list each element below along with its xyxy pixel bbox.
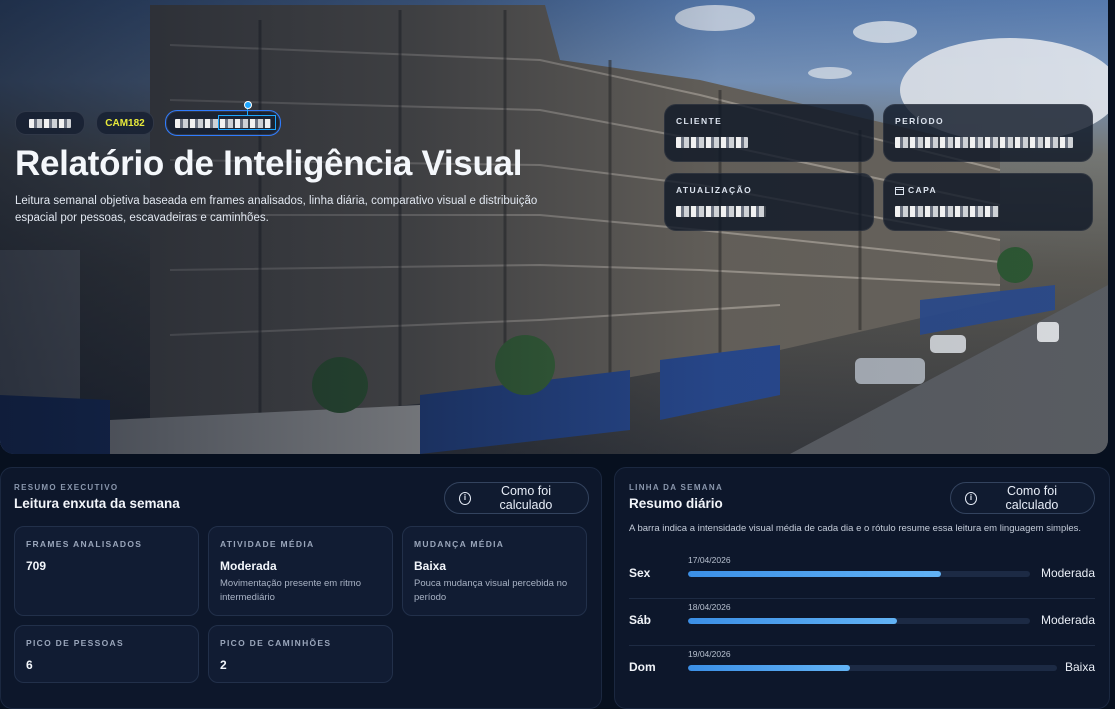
- intensity-track: [688, 571, 1030, 577]
- intensity-track: [688, 665, 1057, 671]
- camera-label: CAM182: [105, 117, 145, 129]
- stat-trucks-peak: PICO DE CAMINHÕES 2: [208, 625, 393, 683]
- camera-chip[interactable]: CAM182: [96, 111, 154, 135]
- meta-label-row: CAPA: [895, 185, 937, 195]
- day-row: Sáb 18/04/2026 Moderada: [629, 599, 1095, 646]
- intensity-bar: [688, 618, 897, 624]
- site-chip[interactable]: [15, 111, 85, 135]
- meta-label: CLIENTE: [676, 116, 723, 126]
- summary-title: Leitura enxuta da semana: [14, 496, 180, 511]
- calendar-icon: [895, 186, 904, 195]
- stat-people-peak: PICO DE PESSOAS 6: [14, 625, 199, 683]
- meta-card-client: CLIENTE: [664, 104, 874, 162]
- meta-card-updated: ATUALIZAÇÃO: [664, 173, 874, 231]
- how-calculated-button[interactable]: i Como foi calculado: [950, 482, 1095, 514]
- how-calculated-button[interactable]: i Como foi calculado: [444, 482, 589, 514]
- meta-card-period: PERÍODO: [883, 104, 1093, 162]
- meta-label: PERÍODO: [895, 116, 945, 126]
- page-title: Relatório de Inteligência Visual: [15, 144, 523, 183]
- meta-value: [895, 135, 1073, 153]
- summary-eyebrow: RESUMO EXECUTIVO: [14, 483, 119, 492]
- weekline-eyebrow: LINHA DA SEMANA: [629, 483, 724, 492]
- meta-label: ATUALIZAÇÃO: [676, 185, 753, 195]
- stat-frames: FRAMES ANALISADOS 709: [14, 526, 199, 616]
- meta-label: CAPA: [908, 185, 938, 195]
- info-icon: i: [459, 491, 471, 505]
- meta-card-cover: CAPA: [883, 173, 1093, 231]
- day-row: Dom 19/04/2026 Baixa: [629, 649, 1095, 674]
- weekline-title: Resumo diário: [629, 496, 723, 511]
- selection-box[interactable]: [218, 115, 276, 130]
- intensity-track: [688, 618, 1030, 624]
- day-row: Sex 17/04/2026 Moderada: [629, 552, 1095, 599]
- meta-value: [676, 135, 748, 153]
- weekline-panel: LINHA DA SEMANA Resumo diário i Como foi…: [614, 467, 1110, 709]
- intensity-bar: [688, 665, 851, 671]
- intensity-bar: [688, 571, 942, 577]
- stat-change: MUDANÇA MÉDIA Baixa Pouca mudança visual…: [402, 526, 587, 616]
- info-icon: i: [965, 491, 977, 505]
- page-description: Leitura semanal objetiva baseada em fram…: [15, 195, 538, 224]
- meta-value: [676, 204, 766, 222]
- rotate-handle[interactable]: [244, 101, 252, 109]
- weekline-note: A barra indica a intensidade visual médi…: [629, 523, 1082, 534]
- summary-panel: RESUMO EXECUTIVO Leitura enxuta da seman…: [0, 467, 602, 709]
- meta-value: [895, 204, 999, 222]
- stat-activity: ATIVIDADE MÉDIA Moderada Movimentação pr…: [208, 526, 393, 616]
- redacted-text: [29, 118, 71, 128]
